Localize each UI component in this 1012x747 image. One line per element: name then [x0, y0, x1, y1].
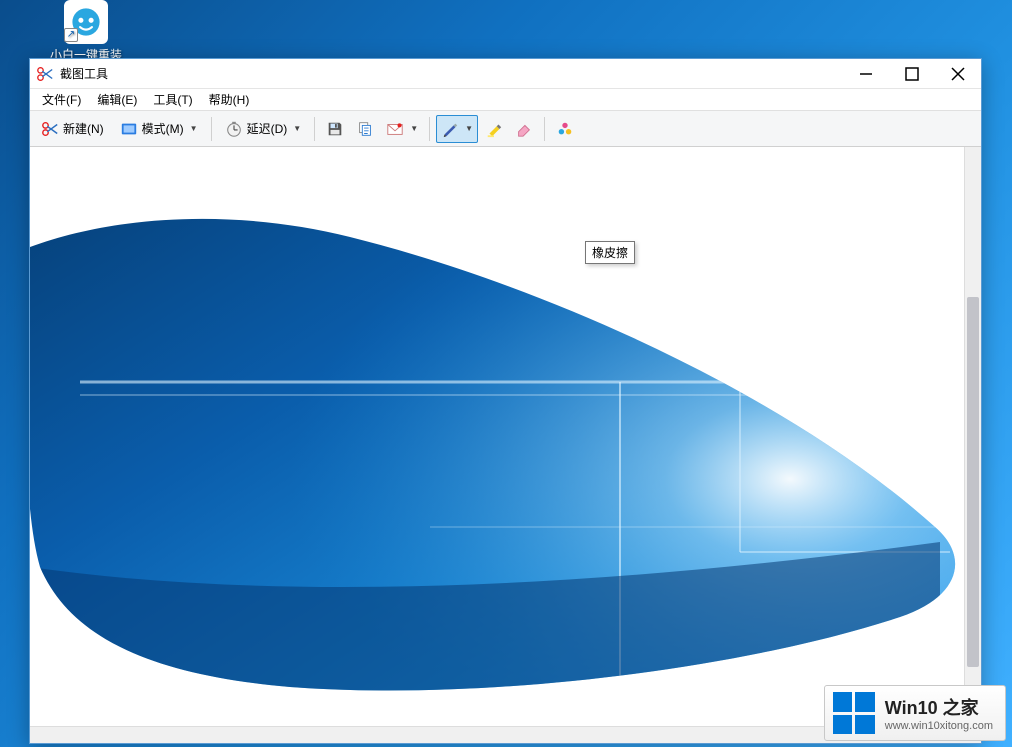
new-snip-label: 新建(N) — [63, 120, 104, 137]
eraser-tooltip: 橡皮擦 — [585, 241, 635, 264]
delay-button[interactable]: 延迟(D) ▼ — [218, 116, 309, 142]
minimize-button[interactable] — [843, 59, 889, 88]
menubar: 文件(F) 编辑(E) 工具(T) 帮助(H) — [30, 89, 981, 111]
copy-icon — [356, 120, 374, 138]
highlighter-button[interactable] — [480, 115, 508, 143]
eraser-button[interactable] — [510, 115, 538, 143]
new-snip-button[interactable]: 新建(N) — [34, 116, 111, 142]
toolbar: 新建(N) 模式(M) ▼ 延迟(D) ▼ ▼ ▼ — [30, 111, 981, 147]
mode-icon — [120, 120, 138, 138]
send-button[interactable]: ▼ — [381, 115, 423, 143]
snip-content — [30, 147, 965, 727]
mode-button[interactable]: 模式(M) ▼ — [113, 116, 205, 142]
floppy-disk-icon — [326, 120, 344, 138]
separator — [544, 117, 545, 141]
clock-icon — [225, 120, 243, 138]
watermark-url: www.win10xitong.com — [885, 720, 993, 732]
separator — [429, 117, 430, 141]
paint3d-button[interactable] — [551, 115, 579, 143]
menu-tools[interactable]: 工具(T) — [145, 89, 200, 110]
maximize-button[interactable] — [889, 59, 935, 88]
watermark-title: Win10 之家 — [885, 694, 993, 720]
separator — [211, 117, 212, 141]
pen-tool-button[interactable]: ▼ — [436, 115, 478, 143]
highlighter-icon — [485, 120, 503, 138]
shortcut-arrow-icon: ↗ — [64, 28, 78, 42]
chevron-down-icon: ▼ — [410, 124, 418, 133]
windows-logo-icon — [833, 692, 875, 734]
mode-label: 模式(M) — [142, 120, 184, 137]
close-button[interactable] — [935, 59, 981, 88]
chevron-down-icon: ▼ — [293, 124, 301, 133]
snipping-tool-window: 截图工具 文件(F) 编辑(E) 工具(T) 帮助(H) 新建(N) 模式(M)… — [29, 58, 982, 744]
eraser-icon — [515, 120, 533, 138]
menu-edit[interactable]: 编辑(E) — [89, 89, 145, 110]
scroll-thumb[interactable] — [967, 297, 979, 667]
window-title: 截图工具 — [60, 65, 108, 82]
scissors-icon — [41, 120, 59, 138]
menu-help[interactable]: 帮助(H) — [201, 89, 258, 110]
save-button[interactable] — [321, 115, 349, 143]
vertical-scrollbar[interactable] — [964, 147, 981, 726]
delay-label: 延迟(D) — [247, 120, 288, 137]
copy-button[interactable] — [351, 115, 379, 143]
chevron-down-icon: ▼ — [190, 124, 198, 133]
titlebar[interactable]: 截图工具 — [30, 59, 981, 89]
chevron-down-icon: ▼ — [465, 124, 473, 133]
watermark: Win10 之家 www.win10xitong.com — [824, 685, 1006, 741]
separator — [314, 117, 315, 141]
canvas-area[interactable]: 橡皮擦 — [30, 147, 981, 743]
paint3d-icon — [556, 120, 574, 138]
scissors-icon — [36, 65, 54, 83]
envelope-icon — [386, 120, 404, 138]
pen-icon — [441, 120, 459, 138]
menu-file[interactable]: 文件(F) — [34, 89, 89, 110]
